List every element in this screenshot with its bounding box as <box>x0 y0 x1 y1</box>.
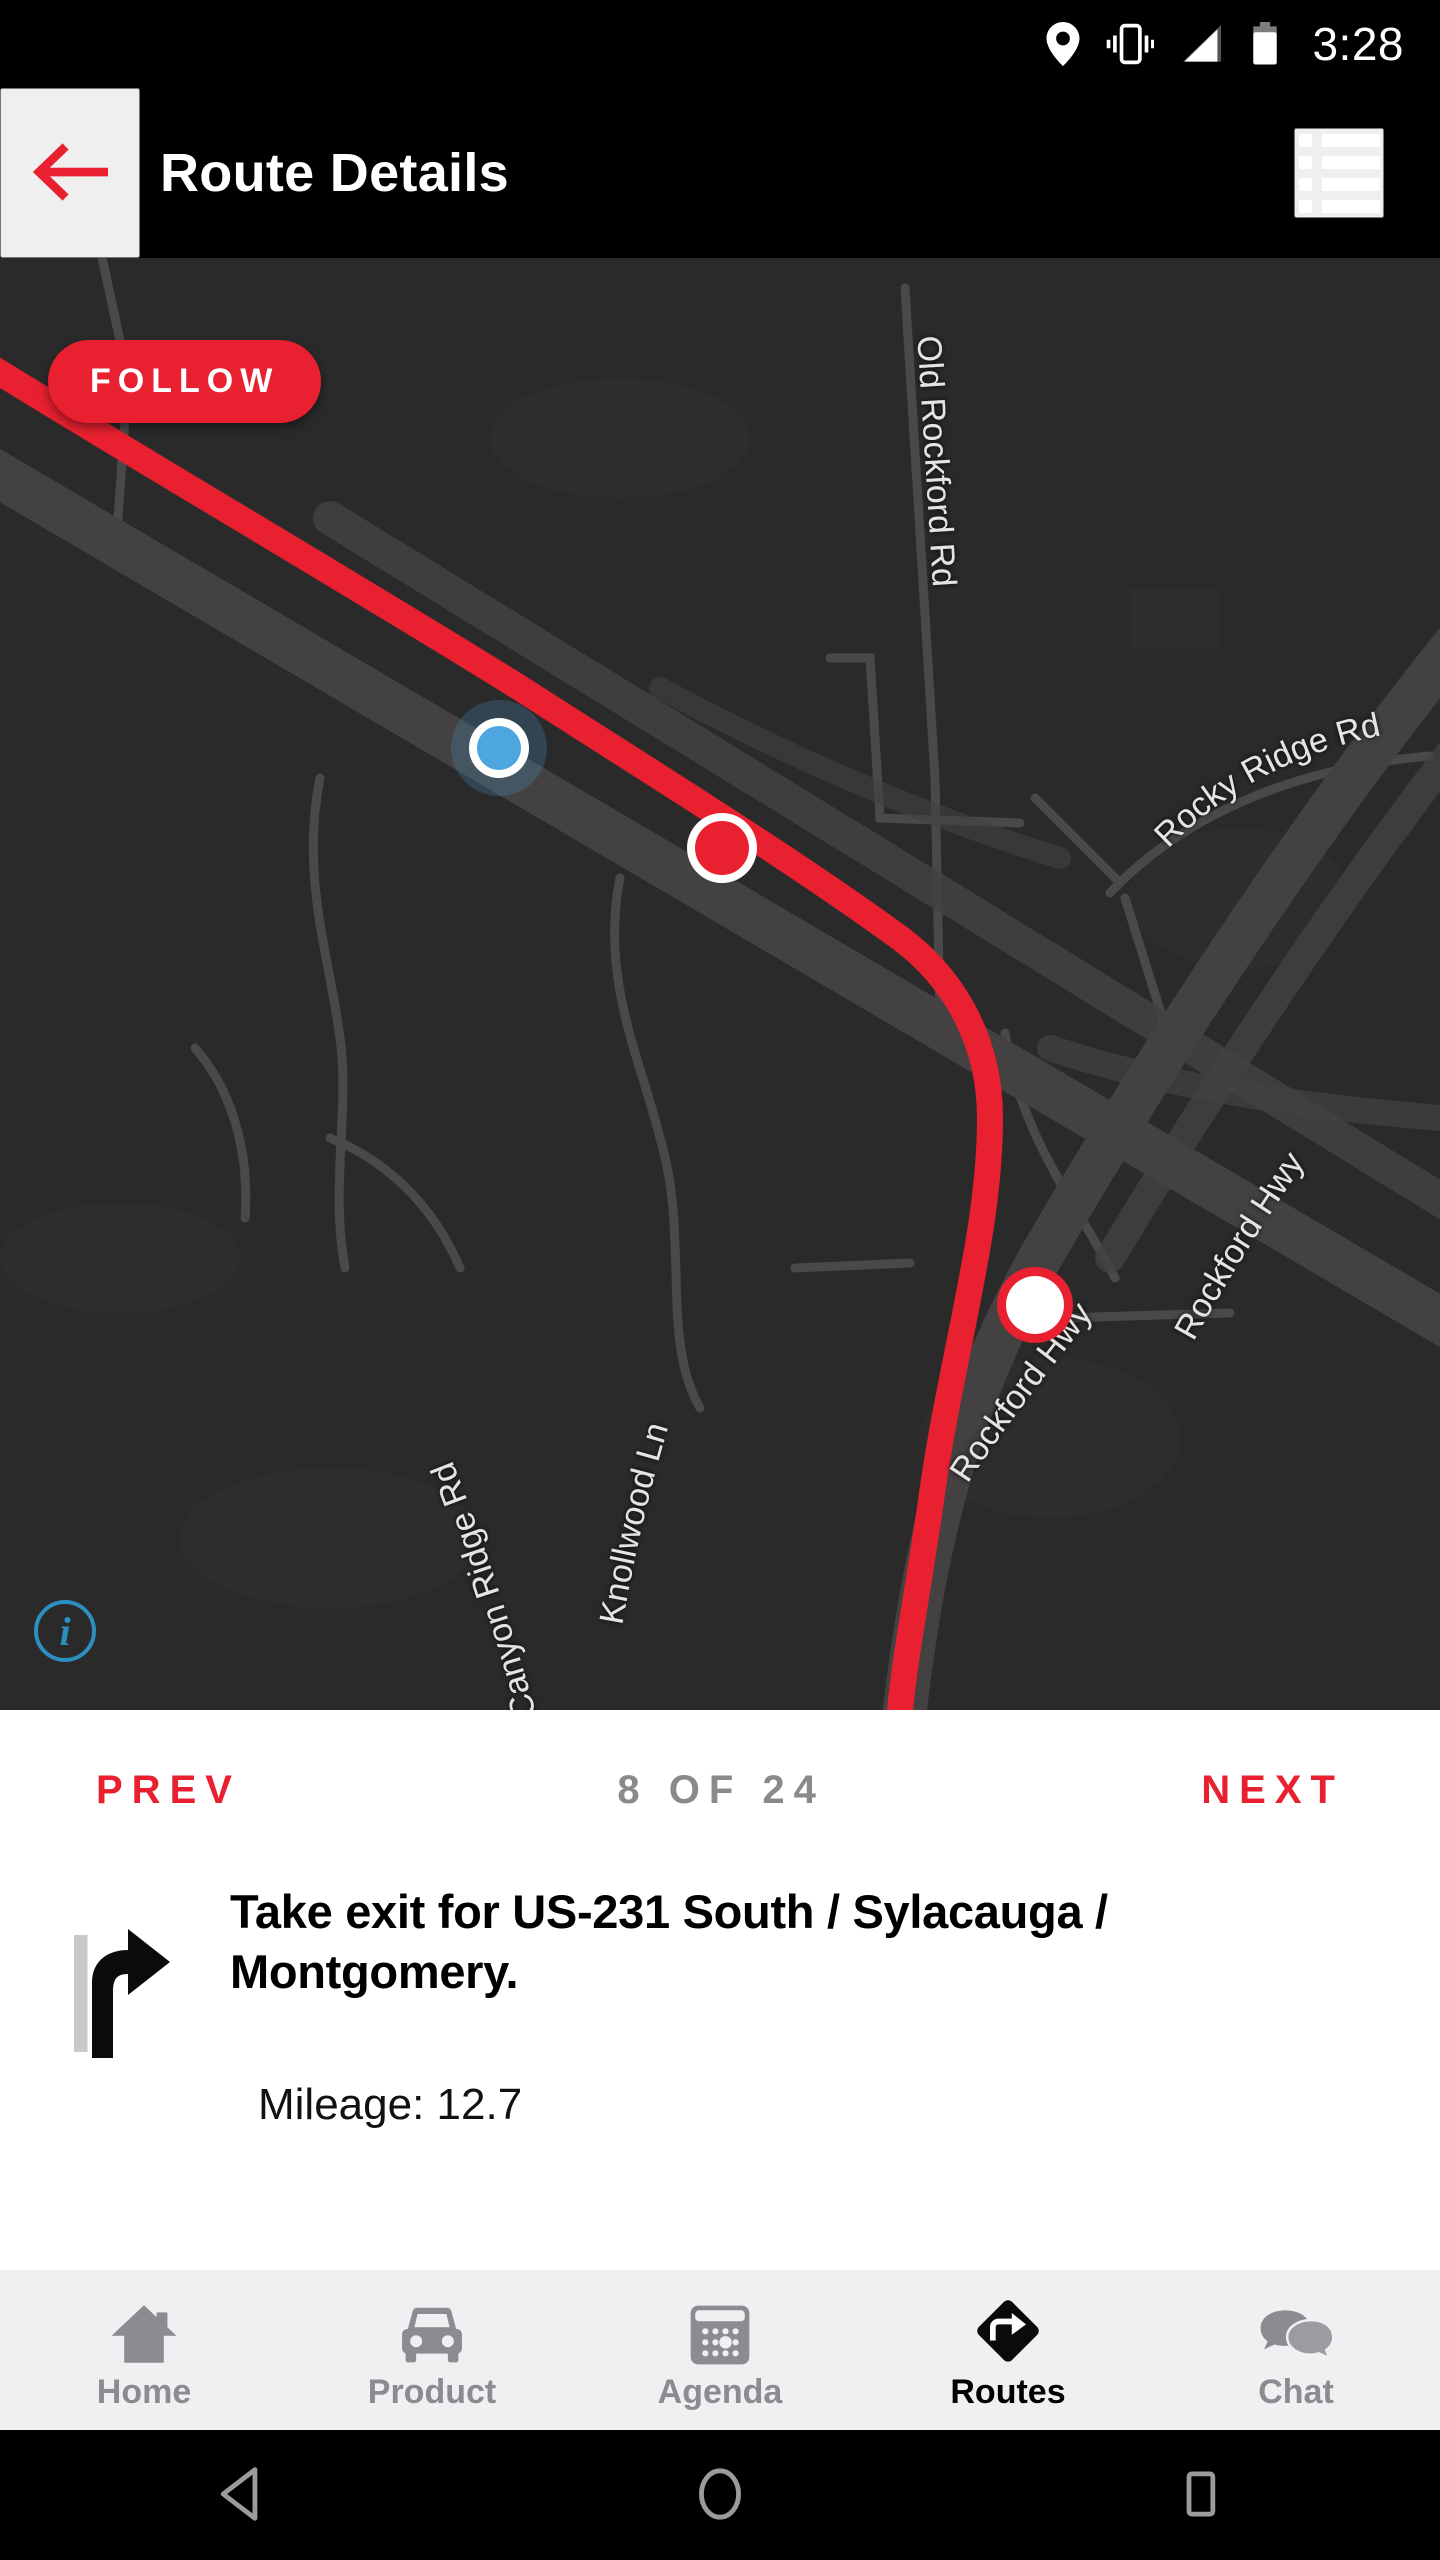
status-bar: 3:28 <box>0 0 1440 88</box>
house-icon <box>108 2289 180 2367</box>
battery-icon <box>1250 22 1280 66</box>
step-nav-row: PREV 8 OF 24 NEXT <box>0 1710 1440 1870</box>
step-counter: 8 OF 24 <box>617 1767 825 1812</box>
tab-label: Chat <box>1258 2372 1334 2411</box>
exit-right-turn-icon <box>30 1870 220 2130</box>
tab-product[interactable]: Product <box>288 2270 576 2430</box>
prev-step-button[interactable]: PREV <box>96 1768 241 1813</box>
tab-routes[interactable]: Routes <box>864 2270 1152 2430</box>
vibrate-icon <box>1106 22 1155 66</box>
map-canvas[interactable]: Old Rockford Rd Rocky Ridge Rd Rockford … <box>0 258 1440 1710</box>
step-mileage: Mileage: 12.7 <box>258 2080 523 2130</box>
calendar-icon <box>687 2289 753 2367</box>
chat-bubbles-icon <box>1257 2289 1335 2367</box>
current-step-marker <box>997 1267 1073 1343</box>
android-back-button[interactable] <box>165 2430 315 2560</box>
circle-home-icon <box>694 2466 746 2525</box>
map-info-button[interactable]: i <box>34 1600 96 1662</box>
bottom-tab-bar: Home Product Agenda Routes Chat <box>0 2270 1440 2430</box>
android-recents-button[interactable] <box>1125 2430 1275 2560</box>
list-icon <box>1298 133 1380 213</box>
android-nav-bar <box>0 2430 1440 2560</box>
step-panel: PREV 8 OF 24 NEXT Take exit for US-231 S… <box>0 1710 1440 2270</box>
route-list-button[interactable] <box>1294 128 1384 218</box>
phone-screen: 3:28 Route Details Old Rockford Rd Rocky… <box>0 0 1440 2560</box>
android-home-button[interactable] <box>645 2430 795 2560</box>
app-bar: Route Details <box>0 88 1440 258</box>
tab-label: Routes <box>950 2372 1066 2411</box>
map-vector: Old Rockford Rd Rocky Ridge Rd Rockford … <box>0 258 1440 1710</box>
back-button[interactable] <box>0 88 140 258</box>
triangle-back-icon <box>215 2466 265 2525</box>
tab-chat[interactable]: Chat <box>1152 2270 1440 2430</box>
step-instruction: Take exit for US-231 South / Sylacauga /… <box>230 1885 1108 1999</box>
map-label: Knollwood Ln <box>593 1418 676 1627</box>
location-pin-icon <box>1046 22 1080 66</box>
next-step-button[interactable]: NEXT <box>1201 1768 1344 1813</box>
follow-button[interactable]: FOLLOW <box>48 340 322 423</box>
back-arrow-icon <box>32 142 109 205</box>
current-location-marker <box>451 700 547 796</box>
car-icon <box>395 2289 469 2367</box>
signal-icon <box>1180 23 1224 65</box>
tab-label: Product <box>367 2372 497 2411</box>
tab-label: Home <box>96 2372 192 2411</box>
step-detail: Take exit for US-231 South / Sylacauga /… <box>0 1870 1440 2130</box>
waypoint-marker <box>687 813 757 883</box>
tab-home[interactable]: Home <box>0 2270 288 2430</box>
page-title: Route Details <box>160 143 509 203</box>
tab-agenda[interactable]: Agenda <box>576 2270 864 2430</box>
tab-label: Agenda <box>657 2372 783 2411</box>
status-time: 3:28 <box>1312 18 1404 70</box>
route-diamond-icon <box>972 2289 1044 2367</box>
square-recents-icon <box>1178 2467 1222 2524</box>
